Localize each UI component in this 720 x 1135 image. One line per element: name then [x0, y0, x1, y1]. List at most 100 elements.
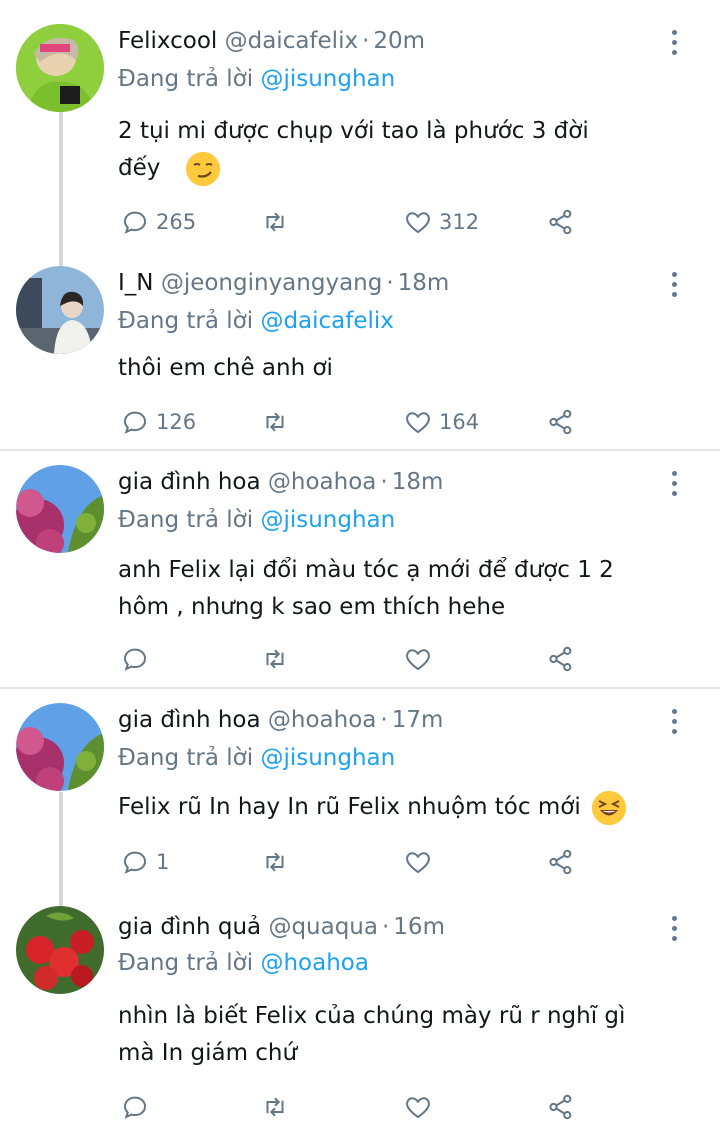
- timestamp: 18m: [397, 270, 450, 296]
- tweet-text: nhìn là biết Felix của chúng mày rũ r ng…: [118, 998, 678, 1072]
- share-button[interactable]: [546, 642, 576, 676]
- heart-icon: [406, 212, 430, 234]
- heart-icon: [406, 649, 430, 671]
- like-button[interactable]: [403, 642, 439, 676]
- share-button[interactable]: [546, 1090, 576, 1124]
- share-button[interactable]: [546, 845, 576, 879]
- tweet-text-line: anh Felix lại đổi màu tóc ạ mới để được …: [118, 557, 614, 583]
- more-options-icon[interactable]: [664, 471, 684, 501]
- avatar[interactable]: [16, 266, 104, 354]
- heart-icon: [406, 412, 430, 434]
- handle[interactable]: @quaqua: [268, 914, 378, 940]
- share-button[interactable]: [546, 205, 576, 239]
- replying-label: Đang trả lời: [118, 308, 261, 334]
- like-button[interactable]: 312: [403, 205, 479, 239]
- display-name[interactable]: I_N: [118, 270, 154, 296]
- like-count: 312: [439, 210, 480, 234]
- retweet-icon: [266, 1097, 284, 1117]
- tweet[interactable]: gia đình hoa @hoahoa · 18m Đang trả lời @j…: [0, 451, 720, 686]
- like-count: 164: [439, 410, 480, 434]
- heart-icon: [406, 852, 430, 874]
- reply-button[interactable]: 1: [120, 845, 169, 879]
- timestamp: 20m: [373, 28, 426, 54]
- display-name[interactable]: gia đình quả: [118, 914, 261, 940]
- share-icon: [549, 409, 572, 435]
- heart-icon: [406, 1097, 430, 1119]
- share-icon: [549, 209, 572, 235]
- retweet-button[interactable]: [260, 1090, 296, 1124]
- reply-mention[interactable]: @jisunghan: [260, 745, 395, 771]
- more-options-icon[interactable]: [664, 272, 684, 302]
- reply-count: 126: [156, 410, 197, 434]
- avatar[interactable]: [16, 24, 104, 112]
- reply-mention[interactable]: @jisunghan: [260, 66, 395, 92]
- separator-dot: ·: [381, 914, 390, 940]
- reply-icon: [123, 851, 147, 874]
- more-options-icon[interactable]: [664, 709, 684, 739]
- handle[interactable]: @daicafelix: [225, 28, 358, 54]
- avatar[interactable]: [16, 906, 104, 994]
- tweet[interactable]: I_N @jeonginyangyang · 18m Đang trả lời @d…: [0, 262, 720, 448]
- handle[interactable]: @hoahoa: [268, 469, 377, 495]
- reply-icon: [123, 1096, 147, 1119]
- display-name[interactable]: Felixcool: [118, 28, 217, 54]
- reply-button[interactable]: [120, 1090, 156, 1124]
- replying-label: Đang trả lời: [118, 950, 261, 976]
- timestamp: 16m: [393, 914, 445, 940]
- reply-mention[interactable]: @hoahoa: [260, 950, 369, 976]
- retweet-button[interactable]: [260, 845, 296, 879]
- tweet-text: Felix rũ In hay In rũ Felix nhuộm tóc mớ…: [118, 789, 678, 826]
- retweet-icon: [266, 412, 284, 432]
- retweet-button[interactable]: [260, 642, 296, 676]
- tweet-text-line: đếy: [118, 155, 161, 181]
- avatar[interactable]: [16, 703, 104, 791]
- like-button[interactable]: [403, 1090, 439, 1124]
- display-name[interactable]: gia đình hoa: [118, 707, 261, 733]
- tweet[interactable]: Felixcool @daicafelix · 20m Đang trả lời @…: [0, 0, 720, 260]
- replying-label: Đang trả lời: [118, 507, 261, 533]
- action-bar: 265 312: [118, 205, 588, 239]
- reply-button[interactable]: 126: [120, 405, 196, 439]
- reply-icon: [123, 411, 147, 434]
- handle[interactable]: @hoahoa: [268, 707, 377, 733]
- action-bar: 126 164: [118, 405, 588, 439]
- more-options-icon[interactable]: [664, 30, 684, 60]
- action-bar: [118, 642, 588, 676]
- tweet-text: anh Felix lại đổi màu tóc ạ mới để được …: [118, 552, 678, 626]
- tweet-text-line: mà In giám chứ: [118, 1040, 298, 1066]
- share-icon: [549, 849, 572, 875]
- handle[interactable]: @jeonginyangyang: [161, 270, 383, 296]
- reply-mention[interactable]: @daicafelix: [260, 308, 393, 334]
- share-button[interactable]: [546, 405, 576, 439]
- retweet-button[interactable]: [260, 205, 296, 239]
- tweet-text-line: nhìn là biết Felix của chúng mày rũ r ng…: [118, 1003, 626, 1029]
- share-icon: [549, 1094, 572, 1120]
- like-button[interactable]: 164: [403, 405, 479, 439]
- avatar[interactable]: [16, 465, 104, 553]
- share-icon: [549, 646, 572, 672]
- separator-dot: ·: [386, 270, 394, 296]
- action-bar: [118, 1090, 588, 1124]
- like-button[interactable]: [403, 845, 439, 879]
- retweet-icon: [266, 212, 284, 232]
- retweet-icon: [266, 649, 284, 669]
- reply-button[interactable]: [120, 642, 156, 676]
- laughing-emoji: [592, 790, 627, 825]
- reply-mention[interactable]: @jisunghan: [260, 507, 395, 533]
- more-options-icon[interactable]: [664, 916, 684, 946]
- display-name[interactable]: gia đình hoa: [118, 469, 261, 495]
- tweet-text-line: Felix rũ In hay In rũ Felix nhuộm tóc mớ…: [118, 794, 581, 820]
- tweet-text-line: hôm , nhưng k sao em thích hehe: [118, 594, 506, 620]
- separator-dot: ·: [380, 707, 388, 733]
- tweet-text-line: thôi em chê anh ơi: [118, 355, 333, 381]
- separator-dot: ·: [362, 28, 370, 54]
- replying-label: Đang trả lời: [118, 745, 261, 771]
- tweet[interactable]: gia đình hoa @hoahoa · 17m Đang trả lời @j…: [0, 689, 720, 899]
- replying-label: Đang trả lời: [118, 66, 261, 92]
- separator-dot: ·: [380, 469, 388, 495]
- reply-button[interactable]: 265: [120, 205, 196, 239]
- reply-count: 265: [156, 210, 197, 234]
- reply-icon: [123, 648, 147, 671]
- tweet[interactable]: gia đình quả @quaqua · 16m Đang trả lời @h…: [0, 898, 720, 1135]
- retweet-button[interactable]: [260, 405, 296, 439]
